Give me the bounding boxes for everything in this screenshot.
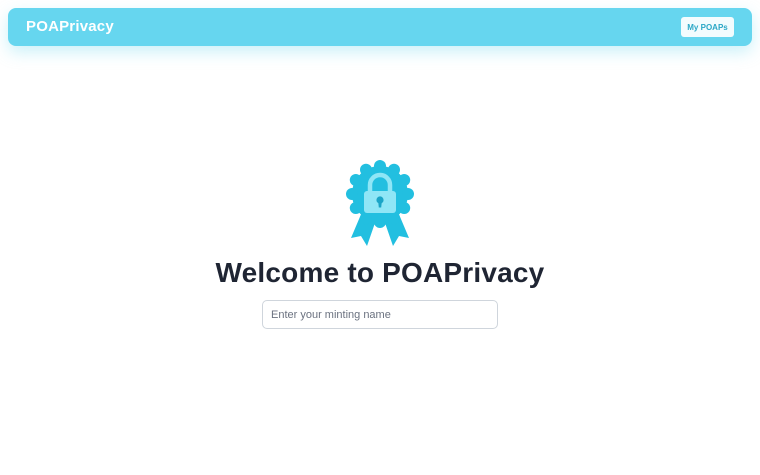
brand-logo-text[interactable]: POAPrivacy	[26, 18, 114, 35]
top-navbar: POAPrivacy My POAPs	[8, 8, 752, 46]
lock-badge-icon	[346, 160, 414, 246]
minting-name-input[interactable]	[262, 300, 498, 329]
my-poaps-button[interactable]: My POAPs	[681, 17, 734, 37]
page-title: Welcome to POAPrivacy	[215, 257, 545, 288]
